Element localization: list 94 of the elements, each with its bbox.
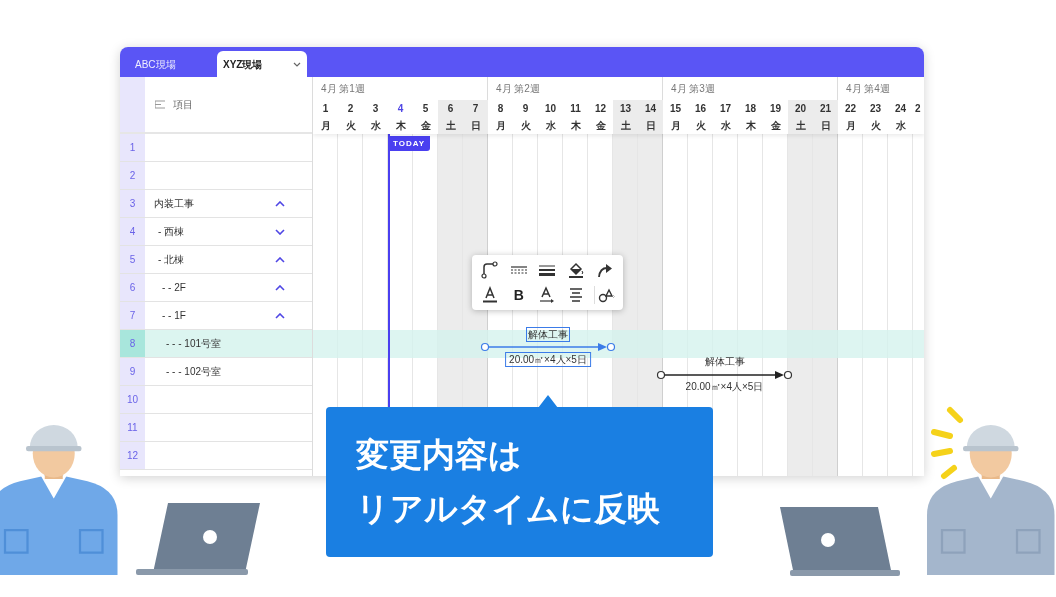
weekday-label: 火 xyxy=(870,119,881,133)
weekday-label: 金 xyxy=(770,119,781,133)
week-label: 4月 第2週 xyxy=(496,82,540,96)
date-label: 4 xyxy=(397,102,404,116)
weekday-label: 月 xyxy=(670,119,681,133)
tree-row[interactable]: 10 xyxy=(120,386,312,414)
weekday-label: 火 xyxy=(695,119,706,133)
weekday-label: 木 xyxy=(570,119,581,133)
tree-row[interactable]: 4 - 西棟 xyxy=(120,218,312,246)
weekday-label: 水 xyxy=(720,119,731,133)
site-tab[interactable]: ABC現場 xyxy=(124,51,217,77)
date-label: 8 xyxy=(497,102,504,116)
weekday-label: 水 xyxy=(545,119,556,133)
bold-button[interactable]: B xyxy=(509,285,528,304)
row-number: 2 xyxy=(120,162,145,189)
date-label: 23 xyxy=(869,102,882,116)
weekday-label: 木 xyxy=(395,119,406,133)
date-label: 11 xyxy=(570,102,581,116)
date-label: 22 xyxy=(844,102,857,116)
row-number: 11 xyxy=(120,414,145,441)
callout-text: リアルタイムに反映 xyxy=(356,489,661,529)
date-label: 6 xyxy=(447,102,454,116)
weekday-label: 土 xyxy=(795,119,806,133)
tree-row[interactable]: 1 xyxy=(120,134,312,162)
row-number: 5 xyxy=(120,246,145,273)
weekday-label: 月 xyxy=(320,119,331,133)
date-label: 21 xyxy=(819,102,832,116)
weekday-label: 火 xyxy=(520,119,531,133)
tree-row[interactable]: 6 - - 2F xyxy=(120,274,312,302)
bar-label[interactable]: 解体工事 xyxy=(703,355,746,368)
date-label: 13 xyxy=(619,102,632,116)
weekday-label: 金 xyxy=(420,119,431,133)
tree-row[interactable]: 12 xyxy=(120,442,312,470)
date-label: 20 xyxy=(794,102,807,116)
row-label: - - 1F xyxy=(161,309,186,323)
tree-row[interactable]: 3 内装工事 xyxy=(120,190,312,218)
row-label: - 北棟 xyxy=(157,253,185,267)
date-label: 14 xyxy=(644,102,657,116)
date-label: 19 xyxy=(769,102,782,116)
tree-row[interactable]: 11 xyxy=(120,414,312,442)
weekday-label: 日 xyxy=(470,119,481,133)
weekday-label: 水 xyxy=(895,119,906,133)
weekday-label: 火 xyxy=(345,119,356,133)
row-label: - - - 102号室 xyxy=(165,365,221,379)
row-number: 12 xyxy=(120,442,145,469)
today-label: TODAY xyxy=(388,136,430,151)
weekday-label: 水 xyxy=(370,119,381,133)
date-label: 10 xyxy=(544,102,557,116)
date-label: 17 xyxy=(719,102,732,116)
date-label: 7 xyxy=(472,102,479,116)
date-label: 2 xyxy=(915,102,921,116)
row-number: 1 xyxy=(120,134,145,161)
tree-row[interactable]: 8 - - - 101号室 xyxy=(120,330,312,358)
weekday-label: 月 xyxy=(495,119,506,133)
row-label: - - 2F xyxy=(161,281,186,295)
column-header: 項目 xyxy=(173,98,193,112)
row-number: 7 xyxy=(120,302,145,329)
date-label: 1 xyxy=(322,102,329,116)
week-label: 4月 第4週 xyxy=(846,82,890,96)
date-label: 3 xyxy=(372,102,379,116)
date-label: 9 xyxy=(522,102,529,116)
week-label: 4月 第1週 xyxy=(321,82,365,96)
row-label: - 西棟 xyxy=(157,225,185,239)
tree-row[interactable]: 9 - - - 102号室 xyxy=(120,358,312,386)
quantity-label[interactable]: 20.00㎡×4人×5日 xyxy=(682,380,767,393)
row-label: - - - 101号室 xyxy=(165,337,221,351)
row-label: 内装工事 xyxy=(153,197,194,211)
date-label: 24 xyxy=(894,102,907,116)
row-number: 4 xyxy=(120,218,145,245)
row-number: 8 xyxy=(120,330,145,357)
row-number: 9 xyxy=(120,358,145,385)
weekday-label: 日 xyxy=(645,119,656,133)
weekday-label: 金 xyxy=(595,119,606,133)
quantity-label[interactable]: 20.00㎡×4人×5日 xyxy=(505,352,591,367)
bar-label[interactable]: 解体工事 xyxy=(526,327,570,342)
weekday-label: 土 xyxy=(445,119,456,133)
date-label: 12 xyxy=(594,102,607,116)
row-number: 3 xyxy=(120,190,145,217)
weekday-label: 木 xyxy=(745,119,756,133)
tree-row[interactable]: 2 xyxy=(120,162,312,190)
weekday-label: 月 xyxy=(845,119,856,133)
date-label: 5 xyxy=(422,102,429,116)
row-number: 6 xyxy=(120,274,145,301)
date-label: 2 xyxy=(347,102,354,116)
row-number: 10 xyxy=(120,386,145,413)
date-label: 16 xyxy=(694,102,707,116)
site-tab[interactable]: XYZ現場 xyxy=(217,51,307,77)
week-label: 4月 第3週 xyxy=(671,82,715,96)
date-label: 18 xyxy=(744,102,757,116)
callout-text: 変更内容は xyxy=(356,435,523,475)
tree-row[interactable]: 5 - 北棟 xyxy=(120,246,312,274)
date-label: 15 xyxy=(669,102,682,116)
weekday-label: 土 xyxy=(620,119,631,133)
weekday-label: 日 xyxy=(820,119,831,133)
